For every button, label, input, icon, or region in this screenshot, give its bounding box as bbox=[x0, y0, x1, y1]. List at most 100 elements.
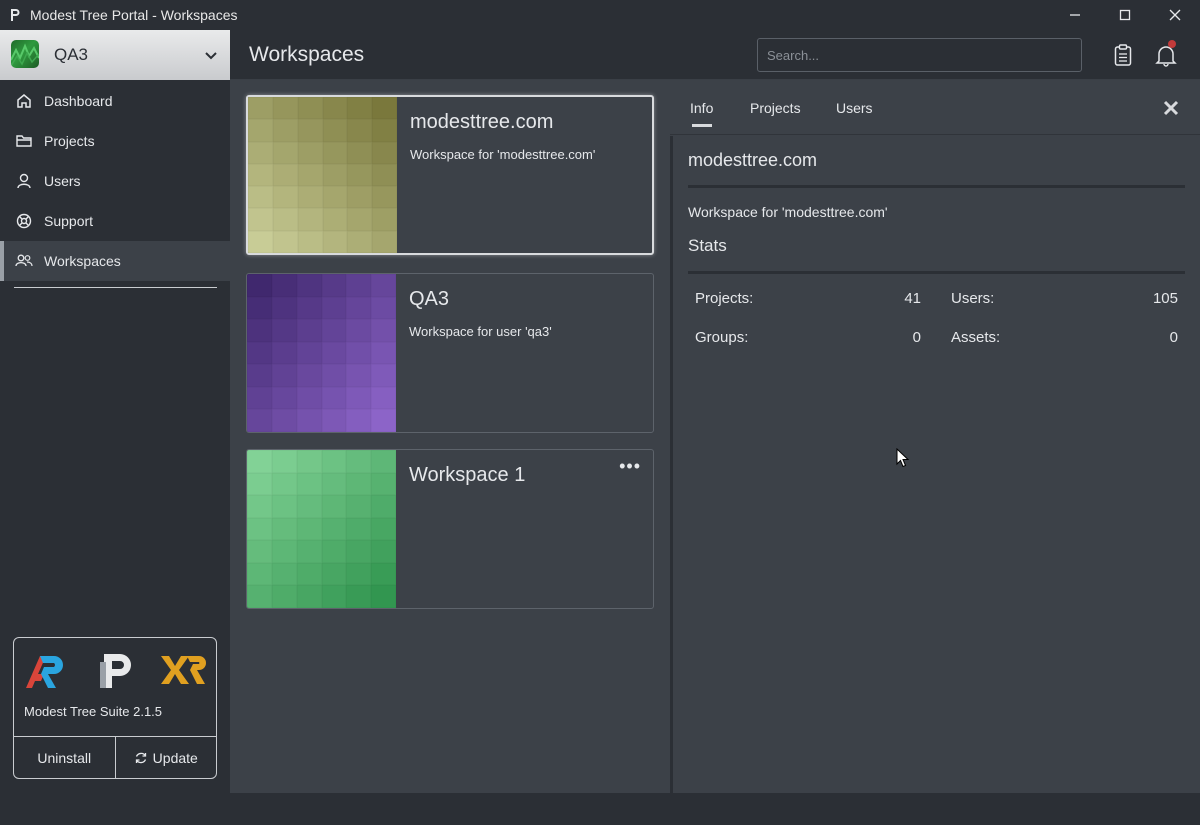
workspace-card-qa3[interactable]: QA3 Workspace for user 'qa3' bbox=[246, 273, 654, 433]
thumbnail-tile bbox=[296, 409, 322, 432]
divider bbox=[688, 185, 1185, 188]
thumbnail-tile bbox=[371, 274, 396, 297]
thumbnail-tile bbox=[346, 495, 372, 518]
workspace-selector-name: QA3 bbox=[54, 45, 89, 64]
thumbnail-tile bbox=[297, 97, 323, 120]
close-icon[interactable] bbox=[1150, 0, 1200, 30]
thumbnail-tile bbox=[272, 141, 298, 164]
thumbnail-tile bbox=[346, 341, 372, 365]
workspace-thumbnail bbox=[248, 97, 397, 253]
thumbnail-tile bbox=[297, 141, 323, 164]
thumbnail-tile bbox=[272, 119, 298, 142]
thumbnail-tile bbox=[346, 319, 372, 342]
stat-users-value: 105 bbox=[1152, 290, 1178, 307]
thumbnail-tile bbox=[247, 296, 272, 320]
mouse-cursor-icon bbox=[896, 447, 910, 473]
workspace-selector[interactable]: QA3 bbox=[0, 30, 230, 80]
chevron-down-icon[interactable] bbox=[204, 48, 218, 66]
thumbnail-tile bbox=[321, 274, 347, 297]
tab-info[interactable]: Info bbox=[690, 100, 713, 127]
thumbnail-tile bbox=[297, 208, 323, 231]
stat-assets-value: 0 bbox=[1169, 329, 1178, 346]
thumbnail-tile bbox=[346, 562, 372, 586]
thumbnail-tile bbox=[371, 341, 396, 365]
thumbnail-tile bbox=[322, 230, 348, 253]
thumbnail-tile bbox=[271, 409, 297, 432]
thumbnail-tile bbox=[296, 386, 322, 410]
thumbnail-tile bbox=[272, 230, 298, 253]
thumbnail-tile bbox=[296, 319, 322, 342]
suite-logos bbox=[14, 650, 218, 694]
thumbnail-tile bbox=[322, 208, 348, 231]
stat-projects-value: 41 bbox=[904, 290, 921, 307]
uninstall-button[interactable]: Uninstall bbox=[14, 737, 115, 778]
maximize-icon[interactable] bbox=[1100, 0, 1150, 30]
stat-users-label: Users: bbox=[951, 290, 995, 307]
sidebar-item-users[interactable]: Users bbox=[0, 161, 230, 201]
window-title: Modest Tree Portal - Workspaces bbox=[30, 7, 238, 23]
update-button[interactable]: Update bbox=[114, 737, 217, 778]
thumbnail-tile bbox=[271, 341, 297, 365]
thumbnail-tile bbox=[271, 562, 297, 586]
thumbnail-tile bbox=[296, 341, 322, 365]
thumbnail-tile bbox=[346, 540, 372, 563]
sidebar-item-label: Dashboard bbox=[44, 93, 113, 109]
home-icon bbox=[15, 92, 33, 110]
tab-users[interactable]: Users bbox=[836, 100, 873, 116]
info-panel-tabs: Info Projects Users bbox=[670, 80, 1200, 135]
more-options-icon[interactable]: ••• bbox=[619, 457, 641, 475]
thumbnail-tile bbox=[272, 186, 298, 209]
lifebuoy-icon bbox=[15, 212, 33, 230]
thumbnail-tile bbox=[271, 450, 297, 473]
thumbnail-tile bbox=[296, 517, 322, 541]
workspace-card-workspace-1[interactable]: Workspace 1 ••• bbox=[246, 449, 654, 609]
workspace-list: modesttree.com Workspace for 'modesttree… bbox=[230, 80, 670, 793]
thumbnail-tile bbox=[372, 186, 397, 209]
sidebar-item-dashboard[interactable]: Dashboard bbox=[0, 81, 230, 121]
thumbnail-tile bbox=[248, 163, 273, 187]
thumbnail-tile bbox=[346, 296, 372, 320]
sidebar-item-label: Workspaces bbox=[44, 253, 121, 269]
user-icon bbox=[15, 172, 33, 190]
thumbnail-tile bbox=[347, 119, 373, 142]
thumbnail-tile bbox=[371, 409, 396, 432]
thumbnail-tile bbox=[371, 364, 396, 387]
clipboard-icon[interactable] bbox=[1111, 43, 1135, 67]
minimize-icon[interactable] bbox=[1050, 0, 1100, 30]
tab-projects[interactable]: Projects bbox=[750, 100, 801, 116]
thumbnail-tile bbox=[347, 230, 373, 253]
bell-icon[interactable] bbox=[1154, 40, 1178, 67]
info-panel-body: modesttree.com Workspace for 'modesttree… bbox=[670, 136, 1200, 793]
thumbnail-tile bbox=[247, 364, 272, 387]
thumbnail-tile bbox=[272, 97, 298, 120]
sidebar-item-workspaces[interactable]: Workspaces bbox=[0, 241, 230, 281]
thumbnail-tile bbox=[321, 409, 347, 432]
thumbnail-tile bbox=[296, 540, 322, 563]
sidebar-nav: Dashboard Projects Users Support Workspa… bbox=[0, 81, 230, 281]
thumbnail-tile bbox=[371, 386, 396, 410]
info-description: Workspace for 'modesttree.com' bbox=[688, 204, 888, 220]
thumbnail-tile bbox=[248, 230, 273, 253]
thumbnail-tile bbox=[372, 208, 397, 231]
workspace-thumbnail bbox=[247, 450, 396, 608]
sidebar-item-support[interactable]: Support bbox=[0, 201, 230, 241]
thumbnail-tile bbox=[321, 517, 347, 541]
thumbnail-tile bbox=[347, 208, 373, 231]
stat-assets-label: Assets: bbox=[951, 329, 1001, 346]
thumbnail-tile bbox=[372, 163, 397, 187]
thumbnail-tile bbox=[321, 540, 347, 563]
thumbnail-tile bbox=[297, 230, 323, 253]
close-panel-icon[interactable] bbox=[1160, 97, 1182, 119]
thumbnail-tile bbox=[321, 495, 347, 518]
workspace-card-modesttree[interactable]: modesttree.com Workspace for 'modesttree… bbox=[246, 95, 654, 255]
thumbnail-tile bbox=[271, 517, 297, 541]
thumbnail-tile bbox=[271, 585, 297, 608]
suite-panel: Modest Tree Suite 2.1.5 Uninstall Update bbox=[13, 637, 217, 779]
sidebar-item-projects[interactable]: Projects bbox=[0, 121, 230, 161]
thumbnail-tile bbox=[296, 296, 322, 320]
thumbnail-tile bbox=[296, 472, 322, 496]
search-input[interactable] bbox=[757, 38, 1082, 72]
uninstall-button-label: Uninstall bbox=[37, 749, 92, 766]
sidebar-item-label: Support bbox=[44, 213, 94, 229]
thumbnail-tile bbox=[248, 119, 273, 142]
